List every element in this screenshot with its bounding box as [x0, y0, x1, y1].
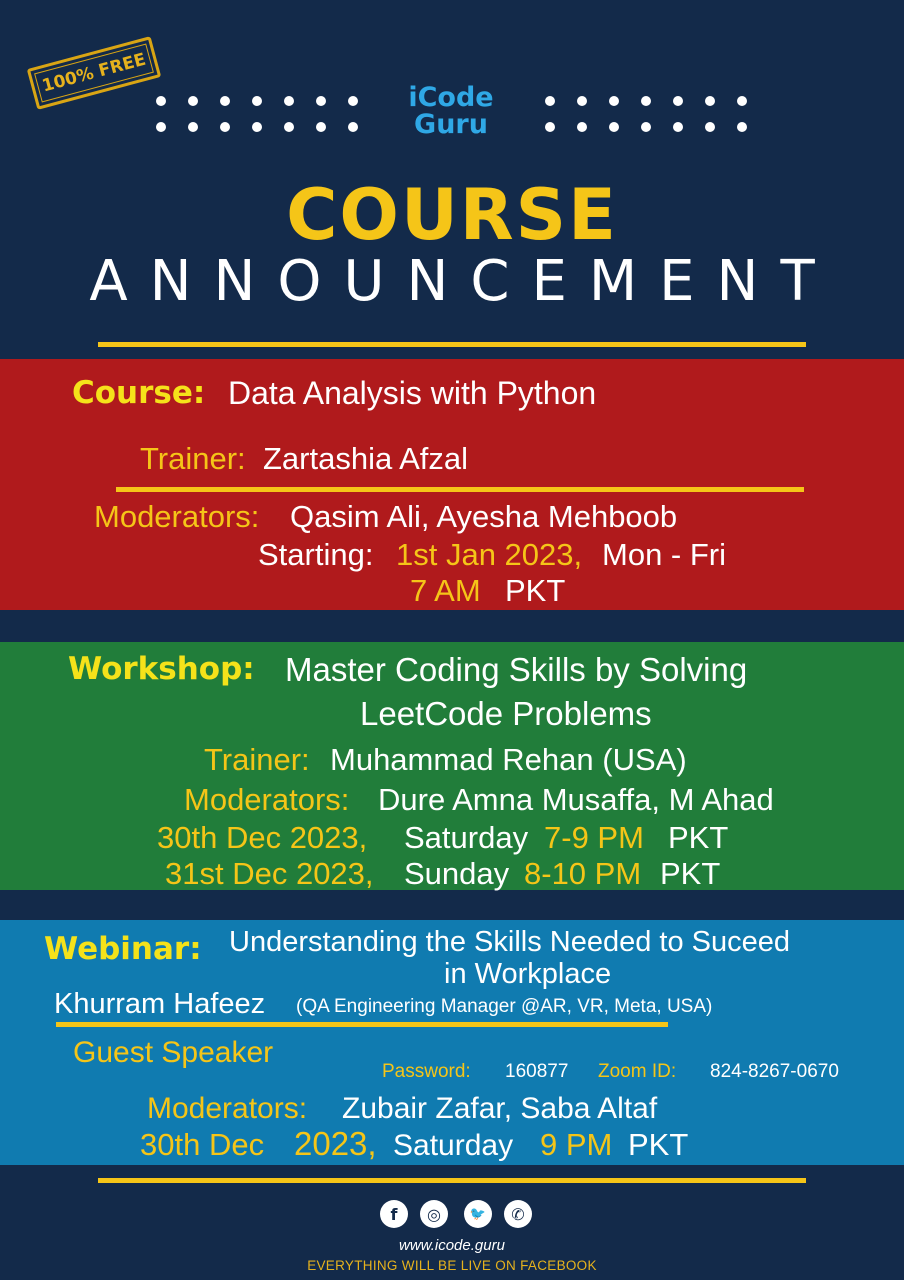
- twitter-icon[interactable]: 🐦: [464, 1200, 492, 1228]
- course-divider: [116, 487, 804, 492]
- website-link[interactable]: www.icode.guru: [0, 1237, 904, 1254]
- logo-line2: Guru: [414, 109, 488, 140]
- webinar-time: 9 PM: [540, 1127, 613, 1162]
- workshop-label: Workshop:: [68, 651, 255, 687]
- course-moderators: Qasim Ali, Ayesha Mehboob: [290, 499, 678, 534]
- workshop-moderators: Dure Amna Musaffa, M Ahad: [378, 782, 774, 817]
- heading-announcement: ANNOUNCEMENT: [89, 249, 837, 314]
- dots-right: [545, 96, 755, 136]
- free-badge-text: 100% FREE: [40, 49, 148, 97]
- instagram-icon[interactable]: ◎: [420, 1200, 448, 1228]
- course-starting-label: Starting:: [258, 537, 374, 572]
- whatsapp-icon[interactable]: ✆: [504, 1200, 532, 1228]
- workshop-session1-time: 7-9 PM: [544, 820, 644, 855]
- webinar-divider: [56, 1022, 668, 1027]
- webinar-speaker: Khurram Hafeez: [54, 988, 266, 1020]
- webinar-moderators-label: Moderators:: [147, 1092, 308, 1125]
- free-badge: 100% FREE: [26, 36, 162, 110]
- workshop-session1-tz: PKT: [668, 820, 729, 855]
- course-tz: PKT: [505, 573, 566, 608]
- webinar-guest-label: Guest Speaker: [73, 1036, 274, 1069]
- course-label: Course:: [72, 375, 206, 411]
- heading-course: COURSE: [286, 174, 618, 256]
- course-days: Mon - Fri: [602, 537, 726, 572]
- workshop-session2-date: 31st Dec 2023,: [165, 856, 374, 891]
- workshop-session2-time: 8-10 PM: [524, 856, 642, 891]
- logo-line1: iCode: [408, 82, 494, 113]
- webinar-title-line1: Understanding the Skills Needed to Sucee…: [229, 926, 791, 958]
- workshop-session1-date: 30th Dec 2023,: [157, 820, 368, 855]
- course-section: Course: Data Analysis with Python Traine…: [0, 359, 904, 610]
- workshop-title-line1: Master Coding Skills by Solving: [285, 651, 748, 688]
- webinar-section: Webinar: Understanding the Skills Needed…: [0, 920, 904, 1165]
- workshop-session2-tz: PKT: [660, 856, 721, 891]
- footer-rule: [98, 1178, 806, 1183]
- webinar-date-part2: 2023,: [294, 1125, 377, 1162]
- webinar-moderators: Zubair Zafar, Saba Altaf: [342, 1092, 658, 1125]
- webinar-speaker-role: (QA Engineering Manager @AR, VR, Meta, U…: [296, 996, 713, 1017]
- webinar-zoom-label: Zoom ID:: [598, 1061, 677, 1082]
- course-moderators-label: Moderators:: [94, 499, 260, 534]
- icodeguru-logo: iCode Guru: [392, 84, 510, 138]
- social-icons: f ◎ 🐦 ✆: [378, 1200, 538, 1230]
- course-title: Data Analysis with Python: [228, 375, 597, 411]
- course-time: 7 AM: [410, 573, 481, 608]
- webinar-tz: PKT: [628, 1127, 689, 1162]
- workshop-section: Workshop: Master Coding Skills by Solvin…: [0, 642, 904, 891]
- workshop-title-line2: LeetCode Problems: [360, 695, 652, 732]
- workshop-trainer-label: Trainer:: [204, 742, 310, 777]
- course-trainer: Zartashia Afzal: [263, 441, 469, 476]
- workshop-session1-day: Saturday: [404, 820, 529, 855]
- facebook-icon[interactable]: f: [380, 1200, 408, 1228]
- dots-left: [152, 96, 362, 136]
- footer-note: EVERYTHING WILL BE LIVE ON FACEBOOK: [307, 1258, 597, 1273]
- webinar-title-line2: in Workplace: [444, 958, 612, 990]
- webinar-date-part1: 30th Dec: [140, 1127, 265, 1162]
- workshop-moderators-label: Moderators:: [184, 782, 350, 817]
- workshop-session2-day: Sunday: [404, 856, 510, 891]
- webinar-zoom-id: 824-8267-0670: [710, 1061, 839, 1082]
- webinar-password: 160877: [505, 1061, 569, 1082]
- webinar-password-label: Password:: [382, 1061, 471, 1082]
- course-trainer-label: Trainer:: [140, 441, 246, 476]
- workshop-trainer: Muhammad Rehan (USA): [330, 742, 687, 777]
- webinar-label: Webinar:: [44, 931, 202, 967]
- webinar-day: Saturday: [393, 1129, 514, 1162]
- course-start-date: 1st Jan 2023,: [396, 537, 583, 572]
- heading-underline: [98, 342, 806, 347]
